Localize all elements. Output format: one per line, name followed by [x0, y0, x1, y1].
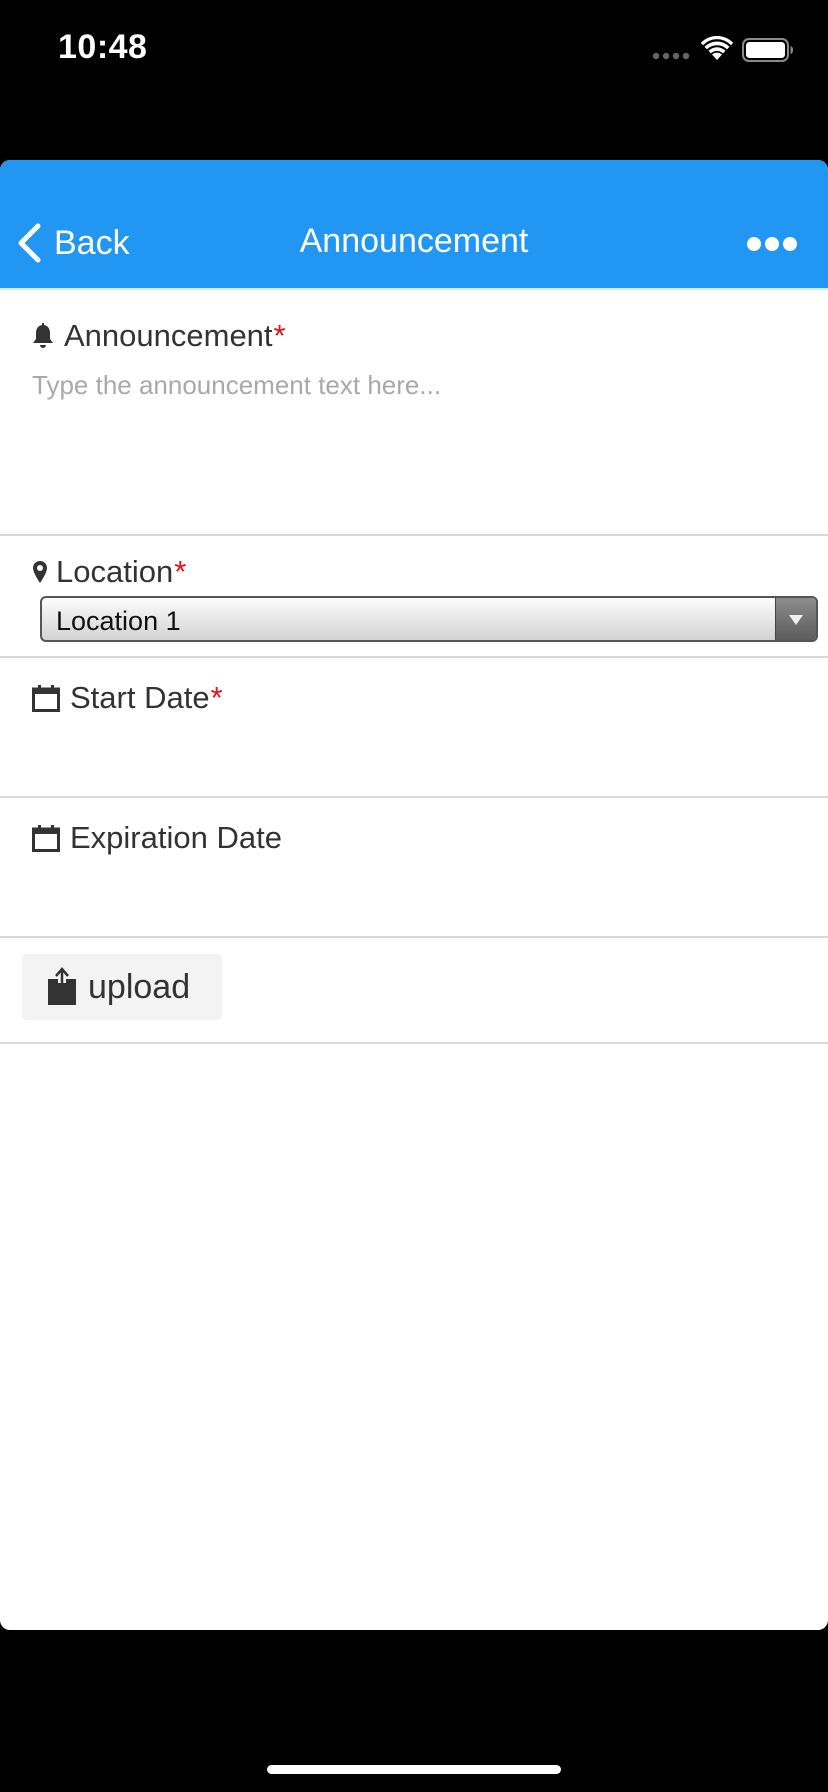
triangle-down-icon [789, 615, 803, 625]
location-select[interactable]: Location 1 [40, 596, 818, 642]
announcement-textarea[interactable] [32, 370, 792, 520]
required-marker: * [174, 554, 187, 589]
upload-section: upload [0, 938, 828, 1044]
location-section: Location * Location 1 [0, 536, 828, 658]
chevron-left-icon [18, 223, 41, 263]
location-label: Location * [32, 554, 186, 590]
back-button[interactable]: Back [14, 220, 130, 266]
required-marker: * [273, 318, 286, 353]
more-options-icon[interactable] [746, 232, 798, 256]
start-date-section[interactable]: Start Date * [0, 658, 828, 798]
app-window: Back Announcement Announcement * Type th… [0, 160, 828, 1630]
required-marker: * [210, 680, 223, 715]
status-time: 10:48 [58, 28, 148, 66]
announcement-label-text: Announcement [64, 318, 273, 353]
upload-icon [48, 967, 76, 1005]
bell-icon [33, 323, 53, 348]
upload-button-label: upload [88, 967, 191, 1006]
back-button-label: Back [54, 223, 130, 262]
cellular-signal-icon [652, 52, 690, 60]
calendar-icon [32, 825, 60, 852]
location-label-text: Location [56, 554, 174, 589]
start-date-label: Start Date * [32, 680, 223, 716]
calendar-icon [32, 685, 60, 712]
expiration-date-label-text: Expiration Date [70, 820, 282, 855]
status-bar: 10:48 [0, 0, 828, 100]
select-dropdown-button[interactable] [775, 598, 816, 640]
upload-button[interactable]: upload [22, 954, 222, 1020]
navigation-bar: Back Announcement [0, 160, 828, 290]
map-pin-icon [33, 561, 47, 583]
battery-icon [742, 38, 793, 62]
phone-screen: 10:48 Back Announcement Announcement * T… [0, 0, 828, 1792]
start-date-label-text: Start Date [70, 680, 210, 715]
expiration-date-section[interactable]: Expiration Date [0, 798, 828, 938]
wifi-icon [700, 36, 734, 60]
expiration-date-label: Expiration Date [32, 820, 282, 856]
location-selected-value: Location 1 [56, 606, 181, 636]
announcement-label: Announcement * [32, 318, 286, 354]
announcement-section: Announcement * [0, 290, 828, 536]
home-indicator[interactable] [267, 1765, 561, 1774]
